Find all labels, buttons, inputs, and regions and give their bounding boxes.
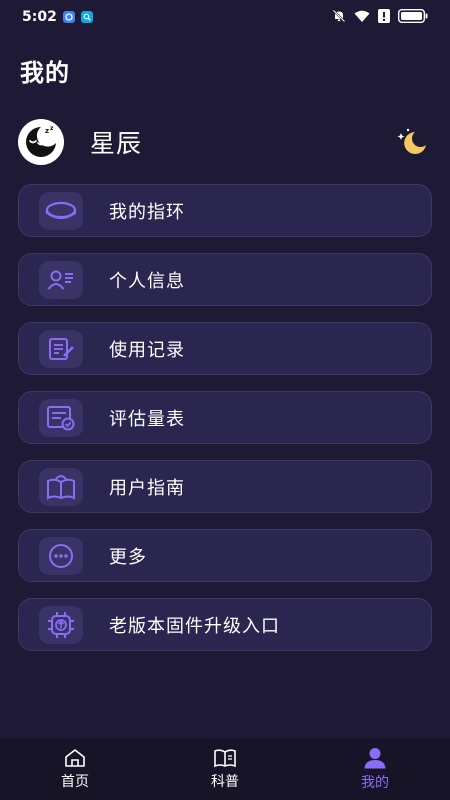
tab-home[interactable]: 首页 — [0, 738, 150, 800]
menu-item-personal-info[interactable]: 个人信息 — [18, 253, 432, 306]
tab-science[interactable]: 科普 — [150, 738, 300, 800]
tab-label: 首页 — [61, 773, 89, 790]
status-time: 5:02 — [22, 9, 57, 25]
svg-text:z: z — [50, 125, 54, 132]
menu-label: 用户指南 — [109, 477, 185, 499]
menu-label: 使用记录 — [109, 339, 185, 361]
avatar[interactable]: z z — [18, 119, 64, 165]
guide-book-icon — [39, 467, 83, 506]
status-right — [332, 8, 428, 27]
theme-toggle-button[interactable] — [392, 122, 432, 162]
menu-item-more[interactable]: 更多 — [18, 529, 432, 582]
home-icon — [65, 748, 85, 767]
tab-label: 我的 — [361, 774, 389, 791]
menu-item-usage-records[interactable]: 使用记录 — [18, 322, 432, 375]
more-icon — [39, 536, 83, 575]
ring-icon — [39, 191, 83, 230]
menu-label: 更多 — [109, 546, 147, 568]
status-bar: 5:02 — [0, 0, 450, 34]
sleeping-moon-icon: z z — [26, 125, 56, 157]
menu-label: 老版本固件升级入口 — [109, 615, 280, 637]
menu-label: 个人信息 — [109, 270, 185, 292]
bottom-tab-bar: 首页 科普 我的 — [0, 737, 450, 800]
tab-label: 科普 — [211, 773, 239, 790]
firmware-chip-icon — [39, 605, 83, 644]
menu-item-user-guide[interactable]: 用户指南 — [18, 460, 432, 513]
status-left: 5:02 — [22, 9, 93, 25]
mute-bell-icon — [332, 8, 346, 27]
menu-item-my-ring[interactable]: 我的指环 — [18, 184, 432, 237]
alert-icon — [378, 8, 390, 27]
app-notification-icon — [62, 11, 75, 23]
moon-star-icon — [397, 128, 426, 154]
menu-item-firmware-upgrade[interactable]: 老版本固件升级入口 — [18, 598, 432, 651]
person-icon — [364, 747, 386, 768]
wifi-icon — [354, 8, 370, 27]
menu-item-assessment-scale[interactable]: 评估量表 — [18, 391, 432, 444]
book-icon — [214, 748, 236, 767]
user-name: 星辰 — [90, 129, 143, 158]
menu-label: 我的指环 — [109, 201, 185, 223]
menu-list: 我的指环 个人信息 使用记录 评估量表 用户指南 更多 老版本固件升级入口 — [18, 184, 432, 667]
assessment-icon — [39, 398, 83, 437]
page-title: 我的 — [20, 59, 70, 87]
profile-row[interactable]: z z 星辰 — [18, 118, 432, 166]
search-app-icon — [80, 11, 93, 23]
tab-mine[interactable]: 我的 — [300, 738, 450, 800]
user-card-icon — [39, 260, 83, 299]
svg-text:z: z — [45, 127, 49, 135]
menu-label: 评估量表 — [109, 408, 185, 430]
record-edit-icon — [39, 329, 83, 368]
battery-icon — [397, 8, 428, 27]
